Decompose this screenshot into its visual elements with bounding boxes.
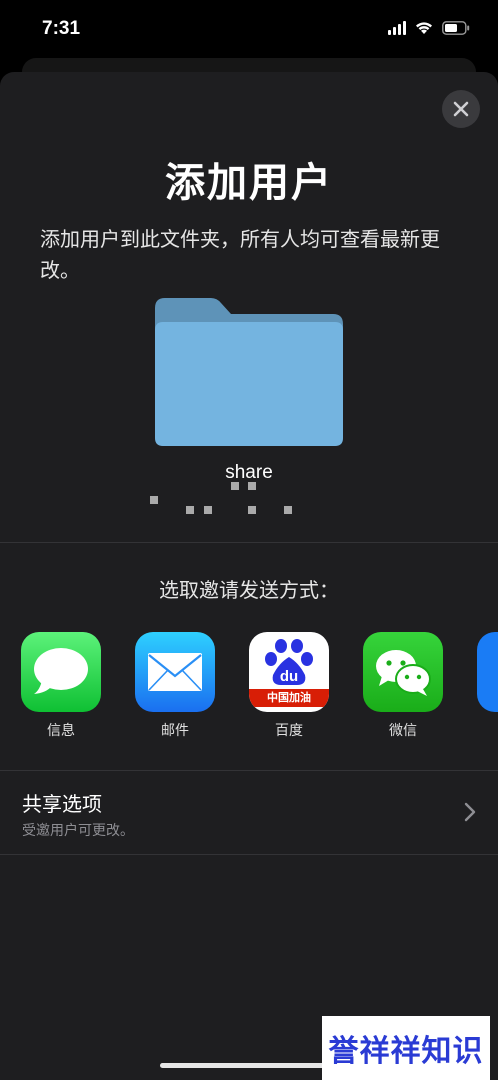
share-options-subtitle: 受邀用户可更改。 xyxy=(22,823,134,839)
close-button[interactable] xyxy=(442,90,480,128)
folder-name: share xyxy=(225,462,273,483)
share-options-title: 共享选项 xyxy=(22,792,102,816)
add-user-sheet: 添加用户 添加用户到此文件夹，所有人均可查看最新更改。 share 选取邀请发送… xyxy=(0,72,498,1080)
share-options-row[interactable]: 共享选项 受邀用户可更改。 xyxy=(0,772,498,854)
status-time: 7:31 xyxy=(42,18,81,39)
chevron-right-icon xyxy=(464,802,476,822)
close-icon xyxy=(453,101,469,117)
baidu-icon: du 中国加油 xyxy=(249,632,329,712)
divider xyxy=(0,854,498,855)
app-wechat[interactable]: 微信 xyxy=(363,632,443,740)
sheet-title: 添加用户 xyxy=(165,160,333,206)
divider xyxy=(0,770,498,771)
share-method-prompt: 选取邀请发送方式： xyxy=(159,578,339,602)
app-label: 百度 xyxy=(275,723,303,739)
messages-icon xyxy=(21,632,101,712)
baidu-badge: 中国加油 xyxy=(249,689,329,707)
svg-text:du: du xyxy=(280,668,298,685)
share-apps-row: 信息 邮件 du 中国加油 百度 微信 xyxy=(21,632,498,742)
screen: 7:31 添加用户 添加用户到此文件夹，所有人均可查看最新更改。 share 选… xyxy=(0,0,498,1080)
app-label: 微信 xyxy=(389,723,417,739)
folder-icon xyxy=(155,298,343,446)
sheet-subtitle: 添加用户到此文件夹，所有人均可查看最新更改。 xyxy=(40,227,440,282)
status-icons xyxy=(388,20,470,35)
watermark: 誉祥祥知识 xyxy=(322,1016,490,1080)
wifi-icon xyxy=(414,20,434,35)
app-label: 信息 xyxy=(47,723,75,739)
app-baidu[interactable]: du 中国加油 百度 xyxy=(249,632,329,740)
wechat-icon xyxy=(363,632,443,712)
mail-icon xyxy=(135,632,215,712)
partial-app-icon xyxy=(477,632,498,712)
app-mail[interactable]: 邮件 xyxy=(135,632,215,740)
battery-icon xyxy=(442,20,470,35)
loading-dots xyxy=(0,482,498,522)
divider xyxy=(0,542,498,543)
cellular-signal-icon xyxy=(388,20,406,35)
app-label: 邮件 xyxy=(161,723,189,739)
home-indicator[interactable] xyxy=(160,1063,340,1068)
status-bar: 7:31 xyxy=(0,0,498,60)
app-partial[interactable] xyxy=(477,632,498,712)
app-messages[interactable]: 信息 xyxy=(21,632,101,740)
